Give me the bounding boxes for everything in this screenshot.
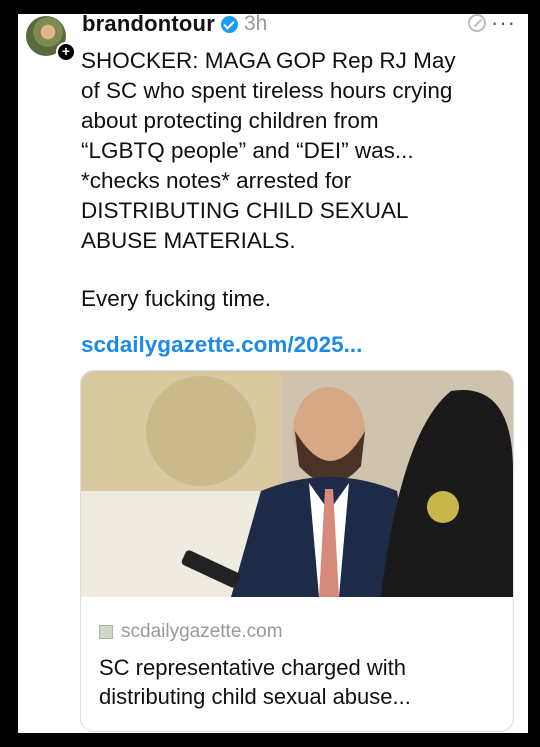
more-options-icon[interactable]: ··· <box>491 14 516 36</box>
card-image <box>81 371 513 597</box>
post-text: SHOCKER: MAGA GOP Rep RJ May of SC who s… <box>81 48 456 253</box>
verified-badge-icon <box>220 15 238 33</box>
card-domain: scdailygazette.com <box>121 621 283 642</box>
post-header: brandontour 3h <box>82 14 267 40</box>
link-preview-card[interactable]: scdailygazette.com SC representative cha… <box>80 370 514 732</box>
post-text-secondary: Every fucking time. <box>81 286 272 311</box>
avatar[interactable]: + <box>26 16 76 62</box>
link-favicon-icon <box>99 625 113 639</box>
username[interactable]: brandontour <box>82 14 215 37</box>
mute-icon[interactable] <box>468 14 486 32</box>
post-link[interactable]: scdailygazette.com/2025... <box>81 332 362 358</box>
post-frame: + brandontour 3h ··· SHOCKER: MAGA GOP R… <box>18 14 528 733</box>
follow-plus-icon[interactable]: + <box>56 42 76 62</box>
card-domain-row: scdailygazette.com <box>99 621 283 643</box>
card-title[interactable]: SC representative charged with distribut… <box>99 653 499 711</box>
timestamp: 3h <box>243 14 268 35</box>
